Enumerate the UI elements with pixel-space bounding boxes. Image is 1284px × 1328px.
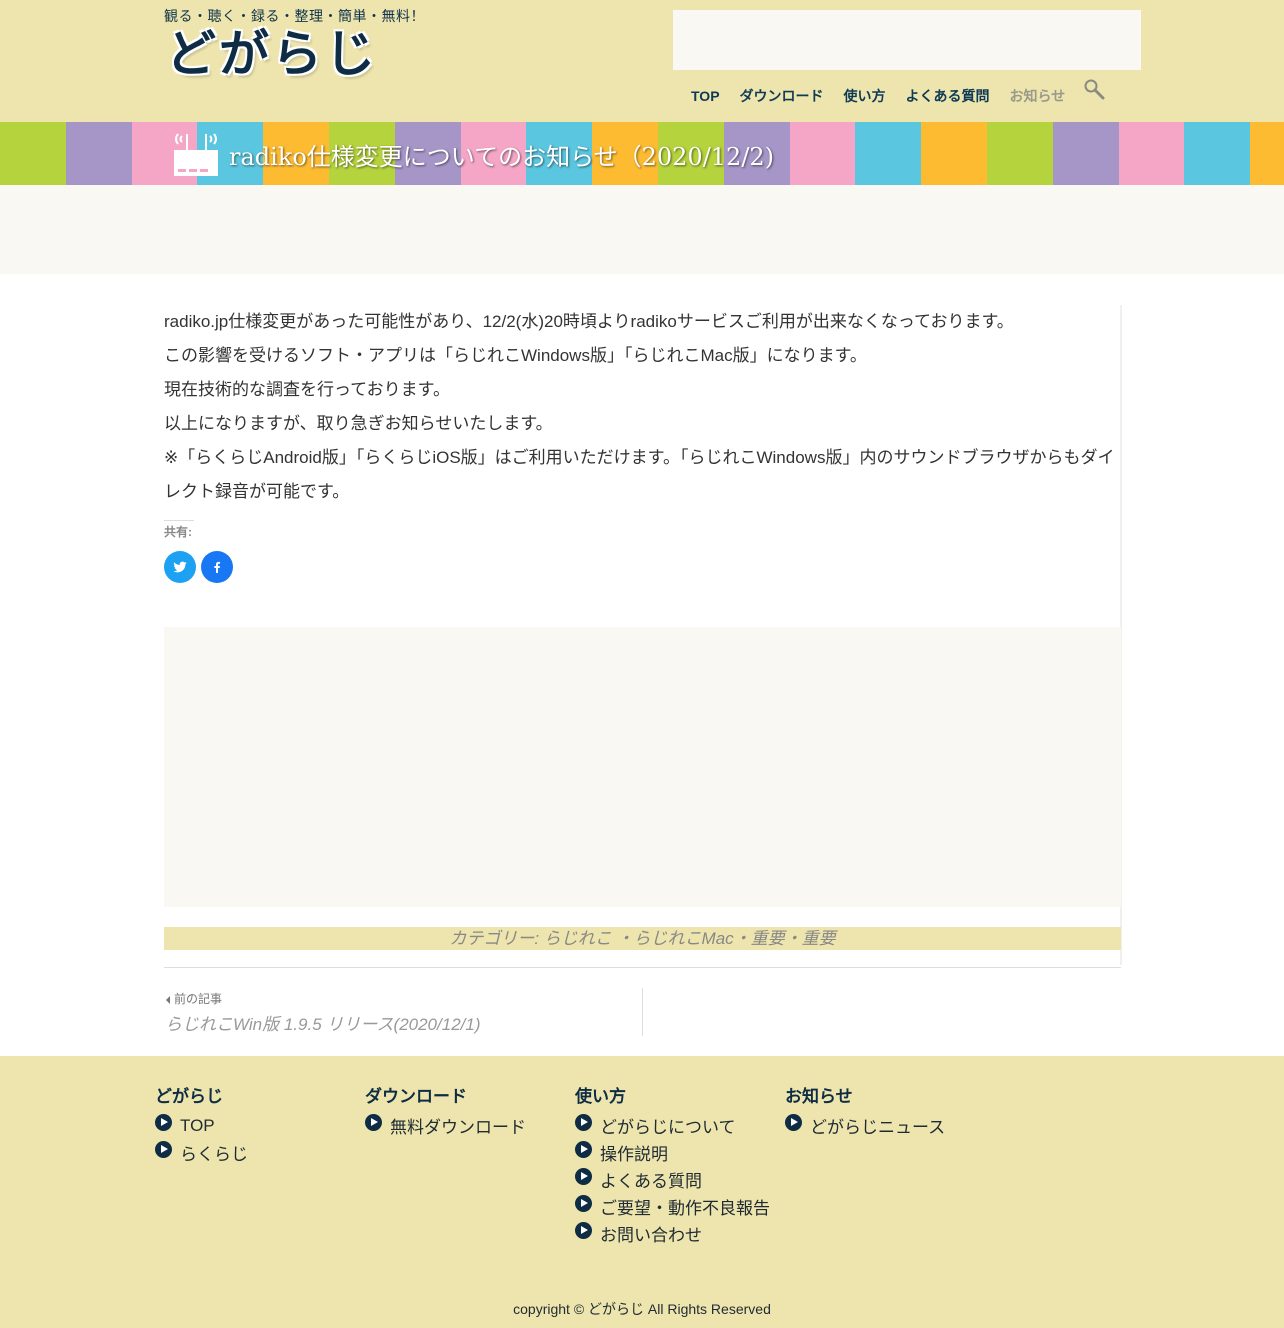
category-link[interactable]: 重要	[751, 929, 785, 948]
category-separator: ・	[611, 929, 634, 948]
category-link[interactable]: らじれこMac	[634, 929, 734, 948]
main-nav: TOP ダウンロード 使い方 よくある質問 お知らせ	[691, 84, 1065, 108]
article-paragraph: radiko.jp仕様変更があった可能性があり、12/2(水)20時頃よりrad…	[164, 312, 1014, 331]
prev-post-label-text: 前の記事	[174, 992, 223, 1006]
top-ad-slot	[0, 185, 1284, 274]
search-icon[interactable]	[1083, 78, 1105, 100]
banner-stripe	[855, 122, 922, 185]
footer-column-title: ダウンロード	[365, 1087, 467, 1106]
banner-stripe	[0, 122, 66, 185]
footer-link-label: らくらじ	[180, 1145, 248, 1164]
play-circle-icon	[155, 1141, 172, 1158]
footer-link-dogaraji-news[interactable]: どがらじニュース	[785, 1112, 985, 1139]
footer-link-manual[interactable]: 操作説明	[575, 1139, 775, 1166]
post-title: radiko仕様変更についてのお知らせ（2020/12/2)	[229, 143, 775, 171]
footer-column-download: ダウンロード 無料ダウンロード	[365, 1082, 565, 1139]
share-label: 共有:	[164, 520, 194, 540]
footer-link-label: 無料ダウンロード	[390, 1118, 526, 1137]
banner-stripe	[1184, 122, 1251, 185]
article-paragraph: ※「らくらじAndroid版」「らくらじiOS版」はご利用いただけます。「らじれ…	[164, 448, 1115, 501]
nav-news[interactable]: お知らせ	[1010, 86, 1066, 106]
banner-stripe	[986, 122, 1053, 185]
prev-post-link[interactable]: らじれこWin版 1.9.5 リリース(2020/12/1)	[165, 1010, 480, 1035]
footer-link-label: 操作説明	[600, 1145, 668, 1164]
banner-stripe	[921, 122, 987, 185]
play-circle-icon	[575, 1195, 592, 1212]
footer-link-label: どがらじについて	[600, 1118, 736, 1137]
banner-stripe	[1052, 122, 1119, 185]
play-circle-icon	[575, 1168, 592, 1185]
prev-post-label: 前の記事	[166, 990, 222, 1007]
nav-download[interactable]: ダウンロード	[740, 86, 824, 106]
footer-link-free-download[interactable]: 無料ダウンロード	[365, 1112, 565, 1139]
nav-faq[interactable]: よくある質問	[906, 86, 990, 106]
footer-link-contact[interactable]: お問い合わせ	[575, 1220, 775, 1247]
category-link[interactable]: らじれこ	[544, 929, 612, 948]
play-circle-icon	[785, 1114, 802, 1131]
play-circle-icon	[575, 1141, 592, 1158]
play-circle-icon	[575, 1222, 592, 1239]
footer-column-howto: 使い方 どがらじについて 操作説明 よくある質問 ご要望・動作不良報告 お問い合…	[575, 1082, 775, 1247]
facebook-share-button[interactable]	[201, 551, 233, 583]
nav-howto[interactable]: 使い方	[844, 86, 886, 106]
footer-link-about[interactable]: どがらじについて	[575, 1112, 775, 1139]
site-tagline: 観る・聴く・録る・整理・簡単・無料！	[164, 8, 425, 24]
footer-column-title: 使い方	[575, 1087, 626, 1106]
play-circle-icon	[155, 1114, 172, 1131]
banner-stripe	[65, 122, 132, 185]
banner-stripe	[1250, 122, 1284, 185]
category-link[interactable]: 重要	[802, 929, 836, 948]
category-prefix: カテゴリー:	[449, 929, 540, 948]
site-logo[interactable]: どがらじ	[166, 24, 378, 84]
footer-column-dogaraji: どがらじ TOP らくらじ	[155, 1082, 355, 1166]
radio-router-icon	[174, 133, 218, 176]
caret-left-icon	[166, 995, 170, 1004]
footer-link-top[interactable]: TOP	[155, 1112, 355, 1139]
footer-link-feedback[interactable]: ご要望・動作不良報告	[575, 1193, 775, 1220]
footer-link-faq[interactable]: よくある質問	[575, 1166, 775, 1193]
footer-column-title: どがらじ	[155, 1087, 223, 1106]
category-bar: カテゴリー: らじれこ ・らじれこMac・重要・重要	[164, 927, 1121, 950]
article-paragraph: この影響を受けるソフト・アプリは「らじれこWindows版」「らじれこMac版」…	[164, 346, 867, 365]
article-paragraph: 以上になりますが、取り急ぎお知らせいたします。	[164, 414, 553, 433]
content-ad-slot	[164, 627, 1121, 907]
footer-link-label: TOP	[180, 1115, 215, 1135]
twitter-share-button[interactable]	[164, 551, 196, 583]
footer-link-label: よくある質問	[600, 1172, 702, 1191]
article-body: radiko.jp仕様変更があった可能性があり、12/2(水)20時頃よりrad…	[164, 305, 1122, 509]
footer-column-news: お知らせ どがらじニュース	[785, 1082, 985, 1139]
header-ad-slot	[673, 10, 1141, 70]
article-paragraph: 現在技術的な調査を行っております。	[164, 380, 450, 399]
play-circle-icon	[365, 1114, 382, 1131]
footer-column-title: お知らせ	[785, 1087, 853, 1106]
post-nav-divider-line	[164, 967, 1121, 968]
footer-link-label: ご要望・動作不良報告	[600, 1199, 770, 1218]
footer-link-label: どがらじニュース	[810, 1118, 946, 1137]
facebook-icon	[214, 561, 221, 573]
category-separator: ・	[784, 929, 802, 948]
copyright: copyright © どがらじ All Rights Reserved	[513, 1301, 771, 1317]
nav-top[interactable]: TOP	[691, 88, 720, 104]
banner-stripe	[1118, 122, 1185, 185]
footer-link-rakuraji[interactable]: らくらじ	[155, 1139, 355, 1166]
banner-stripe	[789, 122, 856, 185]
twitter-icon	[173, 561, 187, 573]
play-circle-icon	[575, 1114, 592, 1131]
footer-link-label: お問い合わせ	[600, 1226, 702, 1245]
category-separator: ・	[733, 929, 751, 948]
post-nav-divider	[642, 988, 643, 1036]
